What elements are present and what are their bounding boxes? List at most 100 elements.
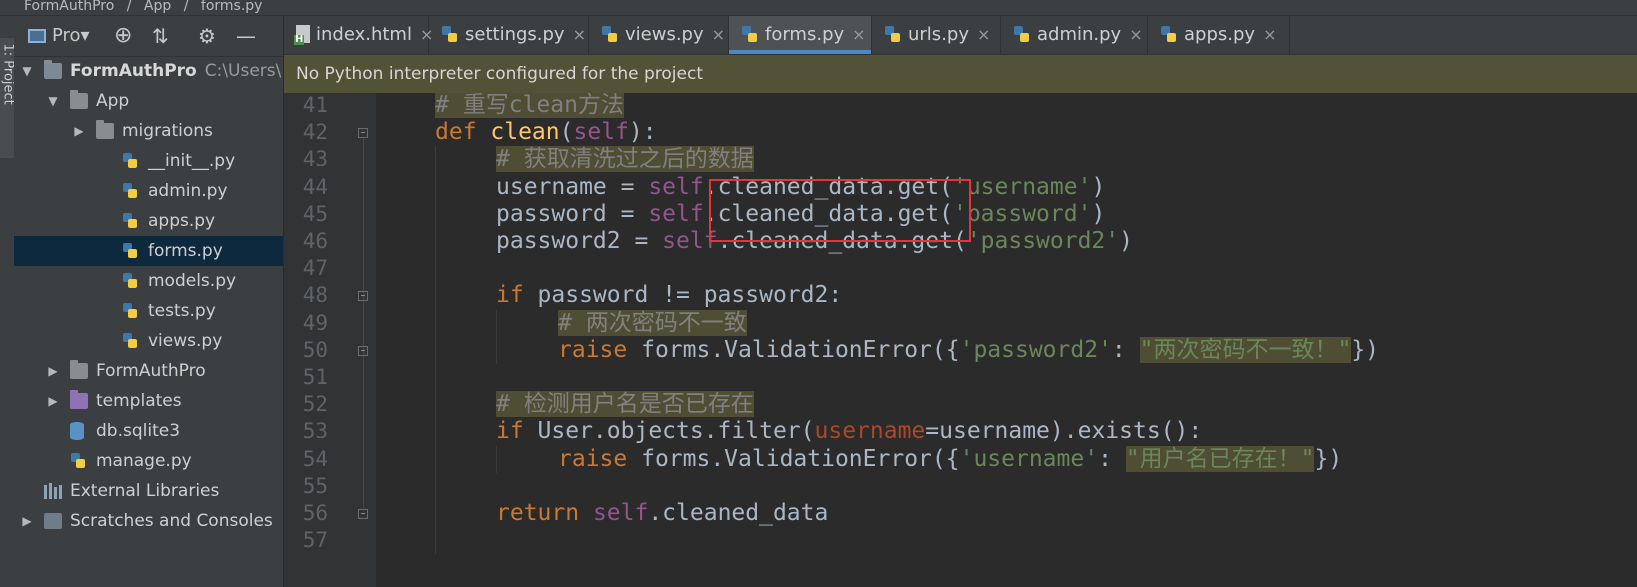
tab-admin-py[interactable]: admin.py × <box>1001 16 1148 54</box>
tab-apps-py[interactable]: apps.py × <box>1148 16 1290 54</box>
tab-urls-py[interactable]: urls.py × <box>872 16 1001 54</box>
code-token: }) <box>1314 445 1343 472</box>
close-icon[interactable]: × <box>712 25 725 44</box>
code-token: 'password' <box>952 200 1092 227</box>
tree-item-label: Scratches and Consoles <box>70 511 273 531</box>
tree-item-label: templates <box>96 391 182 411</box>
close-icon[interactable]: × <box>1129 25 1142 44</box>
tree-item[interactable]: ▼ App <box>14 86 283 116</box>
code-token: self <box>573 119 629 146</box>
tree-item[interactable]: tests.py <box>14 296 283 326</box>
close-icon[interactable]: × <box>852 25 865 44</box>
breadcrumb-app[interactable]: App <box>144 0 171 14</box>
breadcrumb-file[interactable]: forms.py <box>201 0 263 14</box>
line-number: 50 <box>302 337 328 362</box>
tab-label: apps.py <box>1184 24 1256 45</box>
fold-marker-icon[interactable] <box>358 291 368 302</box>
python-file-icon <box>601 25 619 43</box>
project-tool-window-button[interactable]: 1: Project <box>0 38 16 158</box>
code-token: # 获取清洗过之后的数据 <box>496 146 754 173</box>
fold-marker-icon[interactable] <box>358 128 368 139</box>
tree-item[interactable]: ▶ migrations <box>14 116 283 146</box>
tree-item-label: db.sqlite3 <box>96 421 181 441</box>
code-token: password = <box>496 200 649 227</box>
tab-forms-py[interactable]: forms.py × <box>729 16 872 54</box>
project-view-selector[interactable]: Pro▾ <box>28 24 90 48</box>
indent-guide <box>496 445 497 473</box>
tree-item[interactable]: ▶ templates <box>14 386 283 416</box>
code-token: return <box>496 500 593 526</box>
line-number: 49 <box>302 310 328 335</box>
code-token: # 检测用户名是否已存在 <box>496 391 754 418</box>
close-icon[interactable]: × <box>573 25 586 44</box>
code-token: 'username' <box>952 173 1092 200</box>
tab-label: forms.py <box>765 24 845 45</box>
line-number: 46 <box>302 229 328 253</box>
close-icon[interactable]: × <box>977 25 990 44</box>
tree-item[interactable]: admin.py <box>14 176 283 206</box>
collapsed-arrow-icon[interactable]: ▶ <box>46 356 60 386</box>
code-token: 'username' <box>959 445 1099 472</box>
code-token: raise <box>558 445 642 472</box>
line-number: 42 <box>302 120 328 145</box>
code-token: : <box>1111 336 1140 363</box>
tree-item[interactable]: forms.py <box>14 236 283 266</box>
code-editor[interactable]: 41 42 43 44 45 46 47 48 49 50 51 52 53 54 55 56 57 # 重写c… <box>284 93 1637 587</box>
tab-settings-py[interactable]: settings.py × <box>429 16 589 54</box>
code-token: forms.ValidationError({ <box>641 336 960 363</box>
tree-item-label: admin.py <box>148 181 228 201</box>
tree-item[interactable]: External Libraries <box>14 476 283 506</box>
code-line: raise forms.ValidationError({'username':… <box>558 445 1343 473</box>
tree-item[interactable]: manage.py <box>14 446 283 476</box>
line-number: 54 <box>302 446 328 471</box>
indent-guide <box>435 146 436 555</box>
collapsed-arrow-icon[interactable]: ▶ <box>46 386 60 416</box>
line-number: 44 <box>302 174 328 199</box>
tree-item[interactable]: __init__.py <box>14 146 283 176</box>
python-file-icon <box>122 272 138 289</box>
code-line: if User.objects.filter(username=username… <box>496 418 1202 445</box>
close-icon[interactable]: × <box>1263 25 1276 44</box>
tree-item-path: C:\Users\ <box>204 61 282 81</box>
line-number: 52 <box>302 392 328 417</box>
code-token: 'password2' <box>959 336 1112 363</box>
tree-item[interactable]: ▶ FormAuthPro <box>14 356 283 386</box>
tab-index-html[interactable]: index.html× <box>284 16 433 54</box>
code-token: "用户名已存在！" <box>1125 445 1315 472</box>
fold-marker-icon[interactable] <box>358 345 368 356</box>
expanded-arrow-icon[interactable]: ▼ <box>20 56 34 86</box>
hide-icon[interactable]: — <box>236 24 256 48</box>
code-line: return self.cleaned_data <box>496 500 828 527</box>
collapse-all-icon[interactable]: ⇅ <box>152 24 169 48</box>
locate-icon[interactable]: ⊕ <box>114 24 132 48</box>
collapsed-arrow-icon[interactable]: ▶ <box>72 116 86 146</box>
tree-item[interactable]: db.sqlite3 <box>14 416 283 446</box>
gear-icon[interactable]: ⚙ <box>198 24 216 48</box>
collapsed-arrow-icon[interactable]: ▶ <box>20 506 34 536</box>
code-token: ) <box>1091 200 1106 227</box>
tree-item[interactable]: views.py <box>14 326 283 356</box>
code-token: forms.ValidationError({ <box>641 445 960 472</box>
python-file-icon <box>441 25 459 43</box>
tab-views-py[interactable]: views.py × <box>589 16 729 54</box>
code-token: User.objects.filter( <box>537 418 815 445</box>
python-file-icon <box>1013 25 1031 43</box>
interpreter-warning-text: No Python interpreter configured for the… <box>296 64 703 84</box>
tree-item[interactable]: ▶ Scratches and Consoles <box>14 506 283 536</box>
tree-item[interactable]: apps.py <box>14 206 283 236</box>
breadcrumb-project[interactable]: FormAuthPro <box>24 0 114 14</box>
tree-item-label: forms.py <box>148 241 223 261</box>
line-number: 57 <box>302 528 328 553</box>
tree-item-label: tests.py <box>148 301 216 321</box>
tree-item-label: External Libraries <box>70 481 220 501</box>
code-token: ( <box>559 119 574 146</box>
tree-item[interactable]: models.py <box>14 266 283 296</box>
tab-label: admin.py <box>1037 24 1122 45</box>
indent-guide <box>496 309 497 364</box>
tab-label: urls.py <box>908 24 969 45</box>
expanded-arrow-icon[interactable]: ▼ <box>46 86 60 116</box>
tree-item[interactable]: ▼ FormAuthPro C:\Users\ <box>14 56 283 86</box>
fold-marker-icon[interactable] <box>358 509 368 519</box>
interpreter-warning-banner[interactable]: No Python interpreter configured for the… <box>284 55 1637 93</box>
editor-gutter[interactable]: 41 42 43 44 45 46 47 48 49 50 51 52 53 54 55 56 57 <box>284 93 376 587</box>
